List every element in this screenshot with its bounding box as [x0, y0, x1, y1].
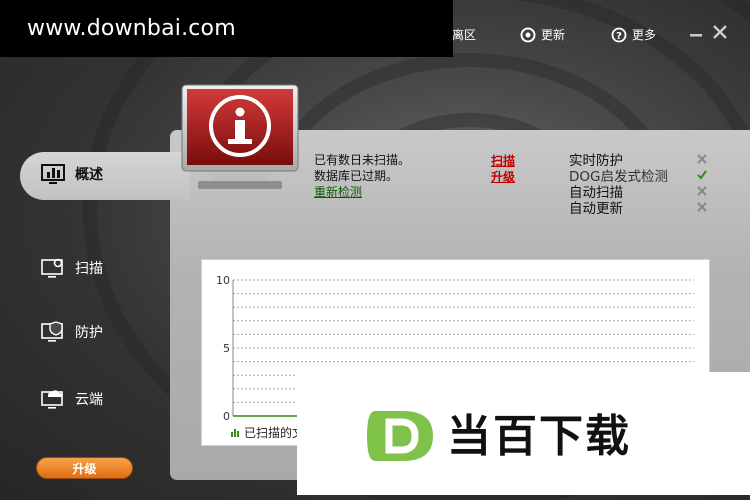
more-menu[interactable]: ? 更多	[611, 26, 656, 43]
recheck-link[interactable]: 重新检测	[314, 184, 410, 200]
community-menu[interactable]: 离区	[452, 26, 476, 43]
disabled-x-icon	[697, 154, 707, 164]
minimize-icon	[690, 34, 702, 37]
status-line-database: 数据库已过期。	[314, 169, 399, 183]
update-label: 更新	[541, 28, 566, 42]
sidebar-item-label: 防护	[75, 325, 103, 341]
sidebar-item-scan[interactable]: 扫描	[40, 256, 103, 280]
disabled-x-icon	[697, 202, 707, 212]
sidebar-item-label: 云端	[75, 392, 103, 408]
status-line-scan: 已有数日未扫描。	[314, 153, 411, 167]
shield-icon	[41, 321, 63, 342]
y-tick-label: 5	[223, 342, 230, 355]
sidebar-item-protect[interactable]: 防护	[40, 320, 103, 344]
app-window: 离区 更新 ? 更多 概述 扫描 防护 云端 升级 已有数日未扫描。 数据库已过…	[0, 0, 750, 500]
auto-update-label: 自动更新	[569, 201, 623, 217]
community-label: 离区	[452, 28, 477, 42]
update-menu[interactable]: 更新	[520, 26, 565, 43]
more-label: 更多	[632, 28, 657, 42]
sidebar-item-label: 概述	[75, 167, 103, 183]
minimize-button[interactable]	[689, 24, 703, 42]
cloud-icon	[41, 390, 63, 409]
upgrade-button[interactable]: 升级	[36, 457, 133, 479]
close-button[interactable]	[712, 24, 728, 44]
sidebar-item-label: 扫描	[75, 261, 103, 277]
scan-icon	[41, 258, 63, 278]
sidebar-item-cloud[interactable]: 云端	[40, 387, 103, 411]
enabled-check-icon	[697, 170, 707, 180]
close-icon	[713, 25, 727, 39]
sidebar-item-overview[interactable]: 概述	[40, 162, 103, 186]
scan-link[interactable]: 扫描	[491, 152, 515, 169]
y-tick-label: 0	[223, 410, 230, 423]
chart-legend: 已扫描的文	[231, 424, 304, 441]
watermark-logo-icon	[367, 411, 433, 461]
disabled-x-icon	[697, 186, 707, 196]
status-message: 已有数日未扫描。 数据库已过期。 重新检测	[314, 152, 410, 200]
legend-bars-icon	[231, 429, 239, 437]
info-monitor-icon	[181, 84, 299, 189]
legend-label: 已扫描的文	[244, 426, 305, 440]
y-tick-label: 10	[216, 274, 230, 287]
watermark-top: www.downbai.com	[0, 0, 453, 57]
upgrade-link[interactable]: 升级	[491, 168, 515, 185]
watermark-bottom: 当百下载	[297, 372, 750, 495]
update-icon	[520, 27, 536, 42]
help-icon: ?	[611, 27, 627, 42]
overview-icon	[41, 164, 65, 184]
svg-text:?: ?	[616, 31, 622, 42]
watermark-brand-text: 当百下载	[447, 411, 631, 462]
